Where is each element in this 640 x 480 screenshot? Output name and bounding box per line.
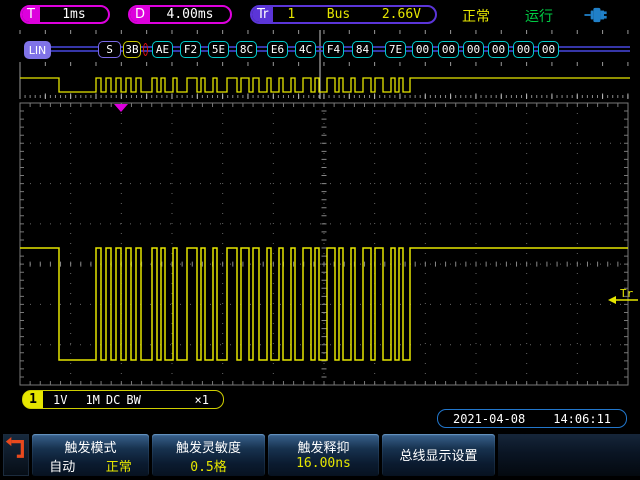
menu-option-normal: 正常 — [106, 456, 132, 475]
channel-number-badge: 1 — [23, 391, 43, 408]
decode-byte-box: 8C — [236, 41, 257, 58]
decode-byte-box: E6 — [267, 41, 288, 58]
decode-byte-box: 00 — [438, 41, 459, 58]
timebase-badge: T — [22, 7, 40, 22]
usb-plug-icon — [583, 7, 609, 23]
back-button[interactable] — [3, 434, 29, 476]
time-label: 14:06:11 — [553, 412, 611, 426]
delay-value: 4.00ms — [150, 7, 230, 22]
decode-byte-box: 5E — [208, 41, 229, 58]
delay-capsule[interactable]: D 4.00ms — [128, 5, 232, 24]
back-arrow-icon — [4, 435, 26, 461]
menu-trigger-mode[interactable]: 触发模式 自动 正常 — [32, 434, 149, 476]
decode-byte-box: 84 — [352, 41, 373, 58]
datetime-box: 2021-04-08 14:06:11 — [437, 409, 627, 428]
decode-byte-box: 00 — [513, 41, 534, 58]
menu-bus-display-settings[interactable]: 总线显示设置 — [382, 434, 495, 476]
decode-error-marker — [143, 43, 148, 56]
trigger-status-label: 正常 — [462, 6, 490, 26]
decode-byte-box: S — [98, 41, 121, 58]
decode-byte-box: F2 — [180, 41, 201, 58]
menu-value: 16.00ns — [270, 456, 377, 471]
protocol-badge: LIN — [24, 41, 51, 59]
decode-byte-box: 3B — [123, 41, 141, 58]
decode-byte-box: AE — [152, 41, 173, 58]
decode-byte-box: 00 — [412, 41, 433, 58]
decode-byte-box: F4 — [323, 41, 344, 58]
trigger-position-marker[interactable] — [114, 104, 128, 112]
menu-option-auto: 自动 — [49, 456, 75, 475]
trigger-capsule[interactable]: Tr 1 Bus 2.66V — [250, 5, 437, 24]
menu-trigger-sensitivity[interactable]: 触发灵敏度 0.5格 — [152, 434, 265, 476]
menu-value: 0.5格 — [154, 456, 263, 475]
menu-title: 触发灵敏度 — [154, 437, 263, 456]
run-status-label: 运行 — [525, 6, 553, 26]
decode-byte-box: 00 — [538, 41, 559, 58]
date-label: 2021-04-08 — [453, 412, 525, 426]
channel-coupling: DC — [106, 393, 120, 407]
menu-empty-area — [498, 434, 640, 476]
timebase-value: 1ms — [40, 7, 108, 22]
decode-byte-box: 00 — [488, 41, 509, 58]
trigger-level: 2.66V — [382, 7, 421, 22]
trigger-source: 1 — [287, 7, 295, 22]
channel-impedance: 1M — [85, 393, 99, 407]
channel-probe: ×1 — [195, 393, 209, 407]
channel-bandwidth: BW — [126, 393, 140, 407]
menu-title: 触发释抑 — [270, 437, 377, 456]
decode-byte-box: 00 — [463, 41, 484, 58]
trigger-level-marker[interactable]: Tr — [608, 287, 638, 304]
decode-byte-box: 4C — [295, 41, 316, 58]
bottom-menu: 触发模式 自动 正常 触发灵敏度 0.5格 触发释抑 16.00ns 总线显示设… — [0, 432, 640, 478]
menu-title: 触发模式 — [34, 437, 147, 456]
menu-title: 总线显示设置 — [384, 445, 493, 464]
menu-trigger-holdoff[interactable]: 触发释抑 16.00ns — [268, 434, 379, 476]
oscilloscope-screen: Tr T 1ms D 4.00ms Tr 1 Bus 2.66V 正常 运行 L… — [0, 0, 640, 480]
channel-info-box[interactable]: 1 1V 1M DC BW ×1 — [22, 390, 224, 409]
timebase-capsule[interactable]: T 1ms — [20, 5, 110, 24]
svg-text:Tr: Tr — [620, 287, 634, 300]
trigger-type: Bus — [327, 7, 350, 22]
delay-badge: D — [130, 7, 150, 22]
decode-byte-box: 7E — [385, 41, 406, 58]
trigger-badge: Tr — [252, 7, 273, 22]
channel-scale: 1V — [53, 393, 67, 407]
